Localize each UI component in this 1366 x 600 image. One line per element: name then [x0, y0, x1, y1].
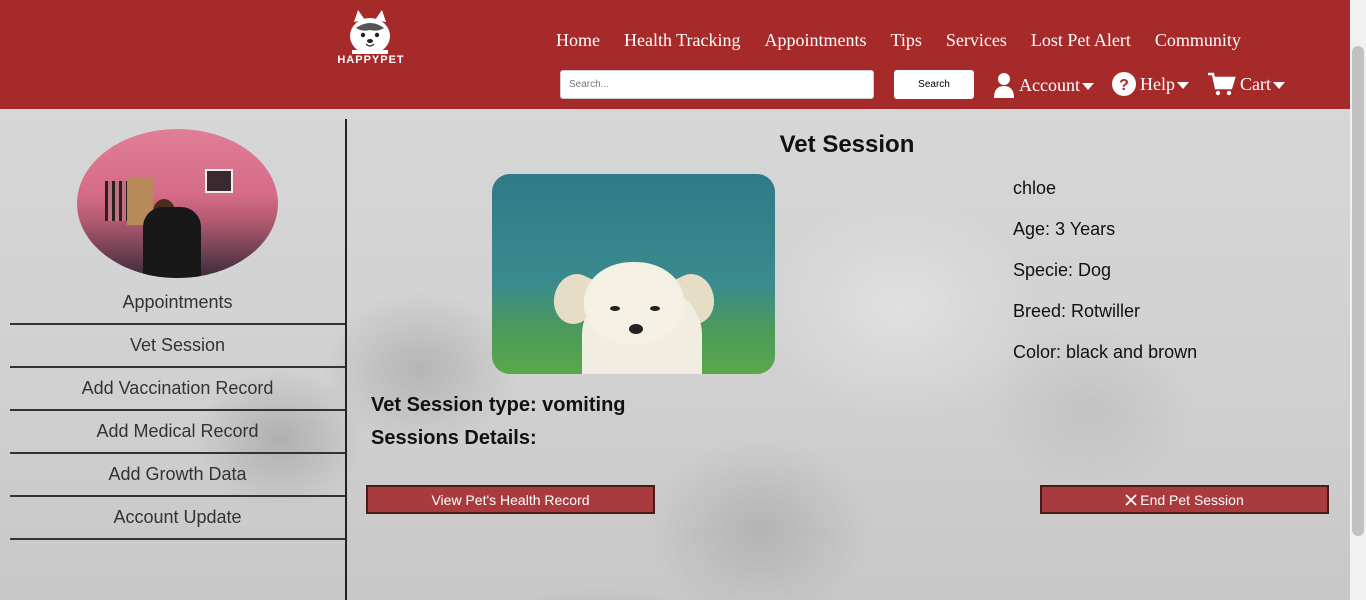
nav-health-tracking[interactable]: Health Tracking [624, 30, 741, 51]
main-nav: Home Health Tracking Appointments Tips S… [556, 30, 1265, 51]
sidebar-menu: Appointments Vet Session Add Vaccination… [10, 282, 345, 540]
chevron-down-icon [1177, 82, 1189, 89]
sidebar-divider [345, 119, 347, 600]
pet-photo [492, 174, 775, 374]
user-icon [994, 73, 1014, 98]
nav-services[interactable]: Services [946, 30, 1007, 51]
nav-community[interactable]: Community [1155, 30, 1241, 51]
view-health-record-label: View Pet's Health Record [431, 491, 590, 508]
help-label: Help [1140, 73, 1175, 94]
pet-breed: Breed: Rotwiller [1013, 301, 1141, 321]
search-button[interactable]: Search [894, 70, 974, 99]
help-icon: ? [1112, 72, 1136, 96]
account-label: Account [1019, 74, 1080, 95]
nav-home[interactable]: Home [556, 30, 600, 51]
pet-specie: Specie: Dog [1013, 260, 1112, 280]
sidebar-item-add-medical-record[interactable]: Add Medical Record [10, 411, 345, 454]
nav-lost-pet-alert[interactable]: Lost Pet Alert [1031, 30, 1131, 51]
sidebar-item-vet-session[interactable]: Vet Session [10, 325, 345, 368]
sidebar-item-add-growth-data[interactable]: Add Growth Data [10, 454, 345, 497]
chevron-down-icon [1273, 82, 1285, 89]
cart-label: Cart [1240, 73, 1271, 94]
sidebar-item-add-vaccination-record[interactable]: Add Vaccination Record [10, 368, 345, 411]
pet-info: chloe Age: 3 Years Specie: Dog Breed: Ro… [1013, 178, 1197, 383]
logo-text: HAPPYPET [337, 54, 405, 66]
nav-appointments[interactable]: Appointments [765, 30, 867, 51]
sidebar-item-appointments[interactable]: Appointments [10, 282, 345, 325]
scrollbar-thumb[interactable] [1352, 46, 1364, 536]
chevron-down-icon [1081, 83, 1094, 90]
end-pet-session-button[interactable]: End Pet Session [1040, 485, 1329, 514]
search-input[interactable] [560, 70, 874, 99]
view-health-record-button[interactable]: View Pet's Health Record [366, 485, 655, 514]
cart-icon [1208, 72, 1236, 96]
nav-tips[interactable]: Tips [891, 30, 922, 51]
help-menu[interactable]: ? Help [1112, 72, 1189, 96]
pet-name: chloe [1013, 178, 1057, 198]
page-title: Vet Session [779, 131, 915, 158]
close-icon [1125, 493, 1137, 506]
cart-menu[interactable]: Cart [1208, 72, 1285, 96]
site-header: HAPPYPET Home Health Tracking Appointmen… [0, 0, 1350, 109]
pet-age: Age: 3 Years [1013, 219, 1116, 239]
session-details-label: Sessions Details: [371, 427, 537, 449]
end-pet-session-label: End Pet Session [1140, 491, 1244, 508]
profile-avatar [77, 129, 278, 278]
account-menu[interactable]: Account [993, 72, 1094, 98]
session-type: Vet Session type: vomiting [371, 394, 626, 416]
svg-text:?: ? [1119, 77, 1129, 94]
pet-color: Color: black and brown [1013, 342, 1198, 362]
sidebar-item-account-update[interactable]: Account Update [10, 497, 345, 540]
